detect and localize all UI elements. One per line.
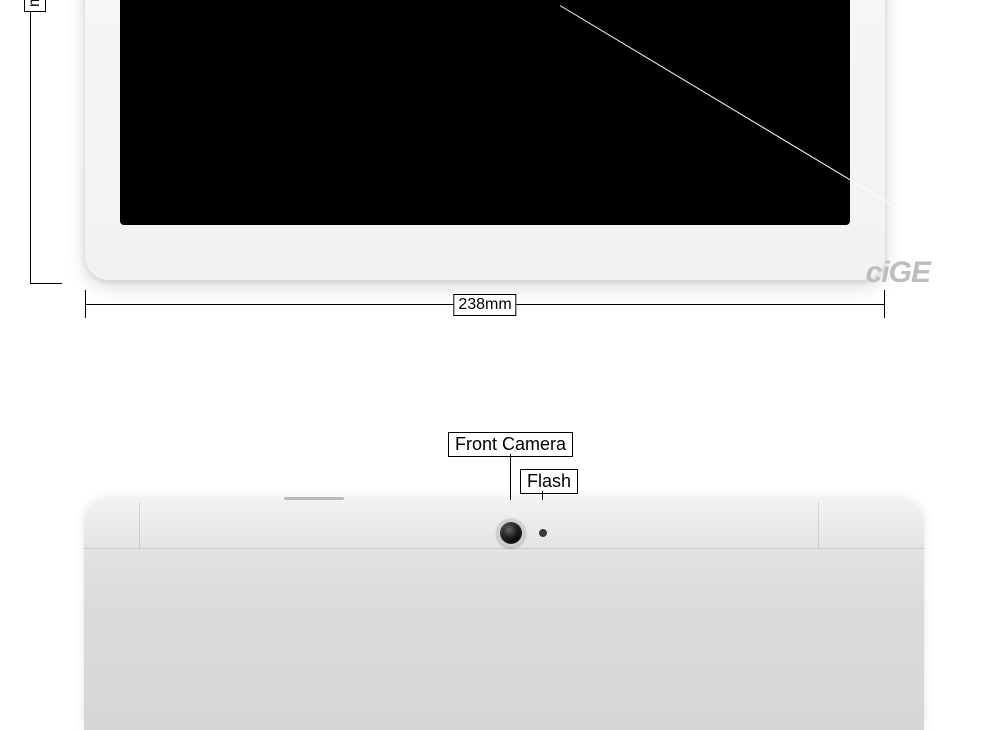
width-dimension: 238mm bbox=[85, 290, 885, 330]
antenna-divider-right bbox=[818, 502, 819, 548]
flash-icon bbox=[539, 529, 547, 537]
screen-size-label: 10.1 Inch bbox=[427, 0, 542, 2]
flash-callout: Flash bbox=[520, 469, 578, 494]
tablet-back-view bbox=[84, 500, 924, 730]
camera-lens-icon bbox=[500, 522, 522, 544]
height-dimension-line bbox=[30, 0, 31, 283]
antenna-divider-left bbox=[139, 502, 140, 548]
tablet-front-view: 10.1 Inch bbox=[85, 0, 885, 280]
width-dimension-label: 238mm bbox=[453, 294, 516, 316]
diagonal-indicator-line bbox=[560, 5, 903, 212]
height-dimension-label: mm bbox=[24, 0, 46, 12]
antenna-band-line bbox=[84, 548, 924, 549]
brand-watermark: ciGE bbox=[866, 256, 930, 290]
tablet-screen: 10.1 Inch bbox=[120, 0, 850, 225]
height-dimension-tick bbox=[30, 283, 62, 284]
